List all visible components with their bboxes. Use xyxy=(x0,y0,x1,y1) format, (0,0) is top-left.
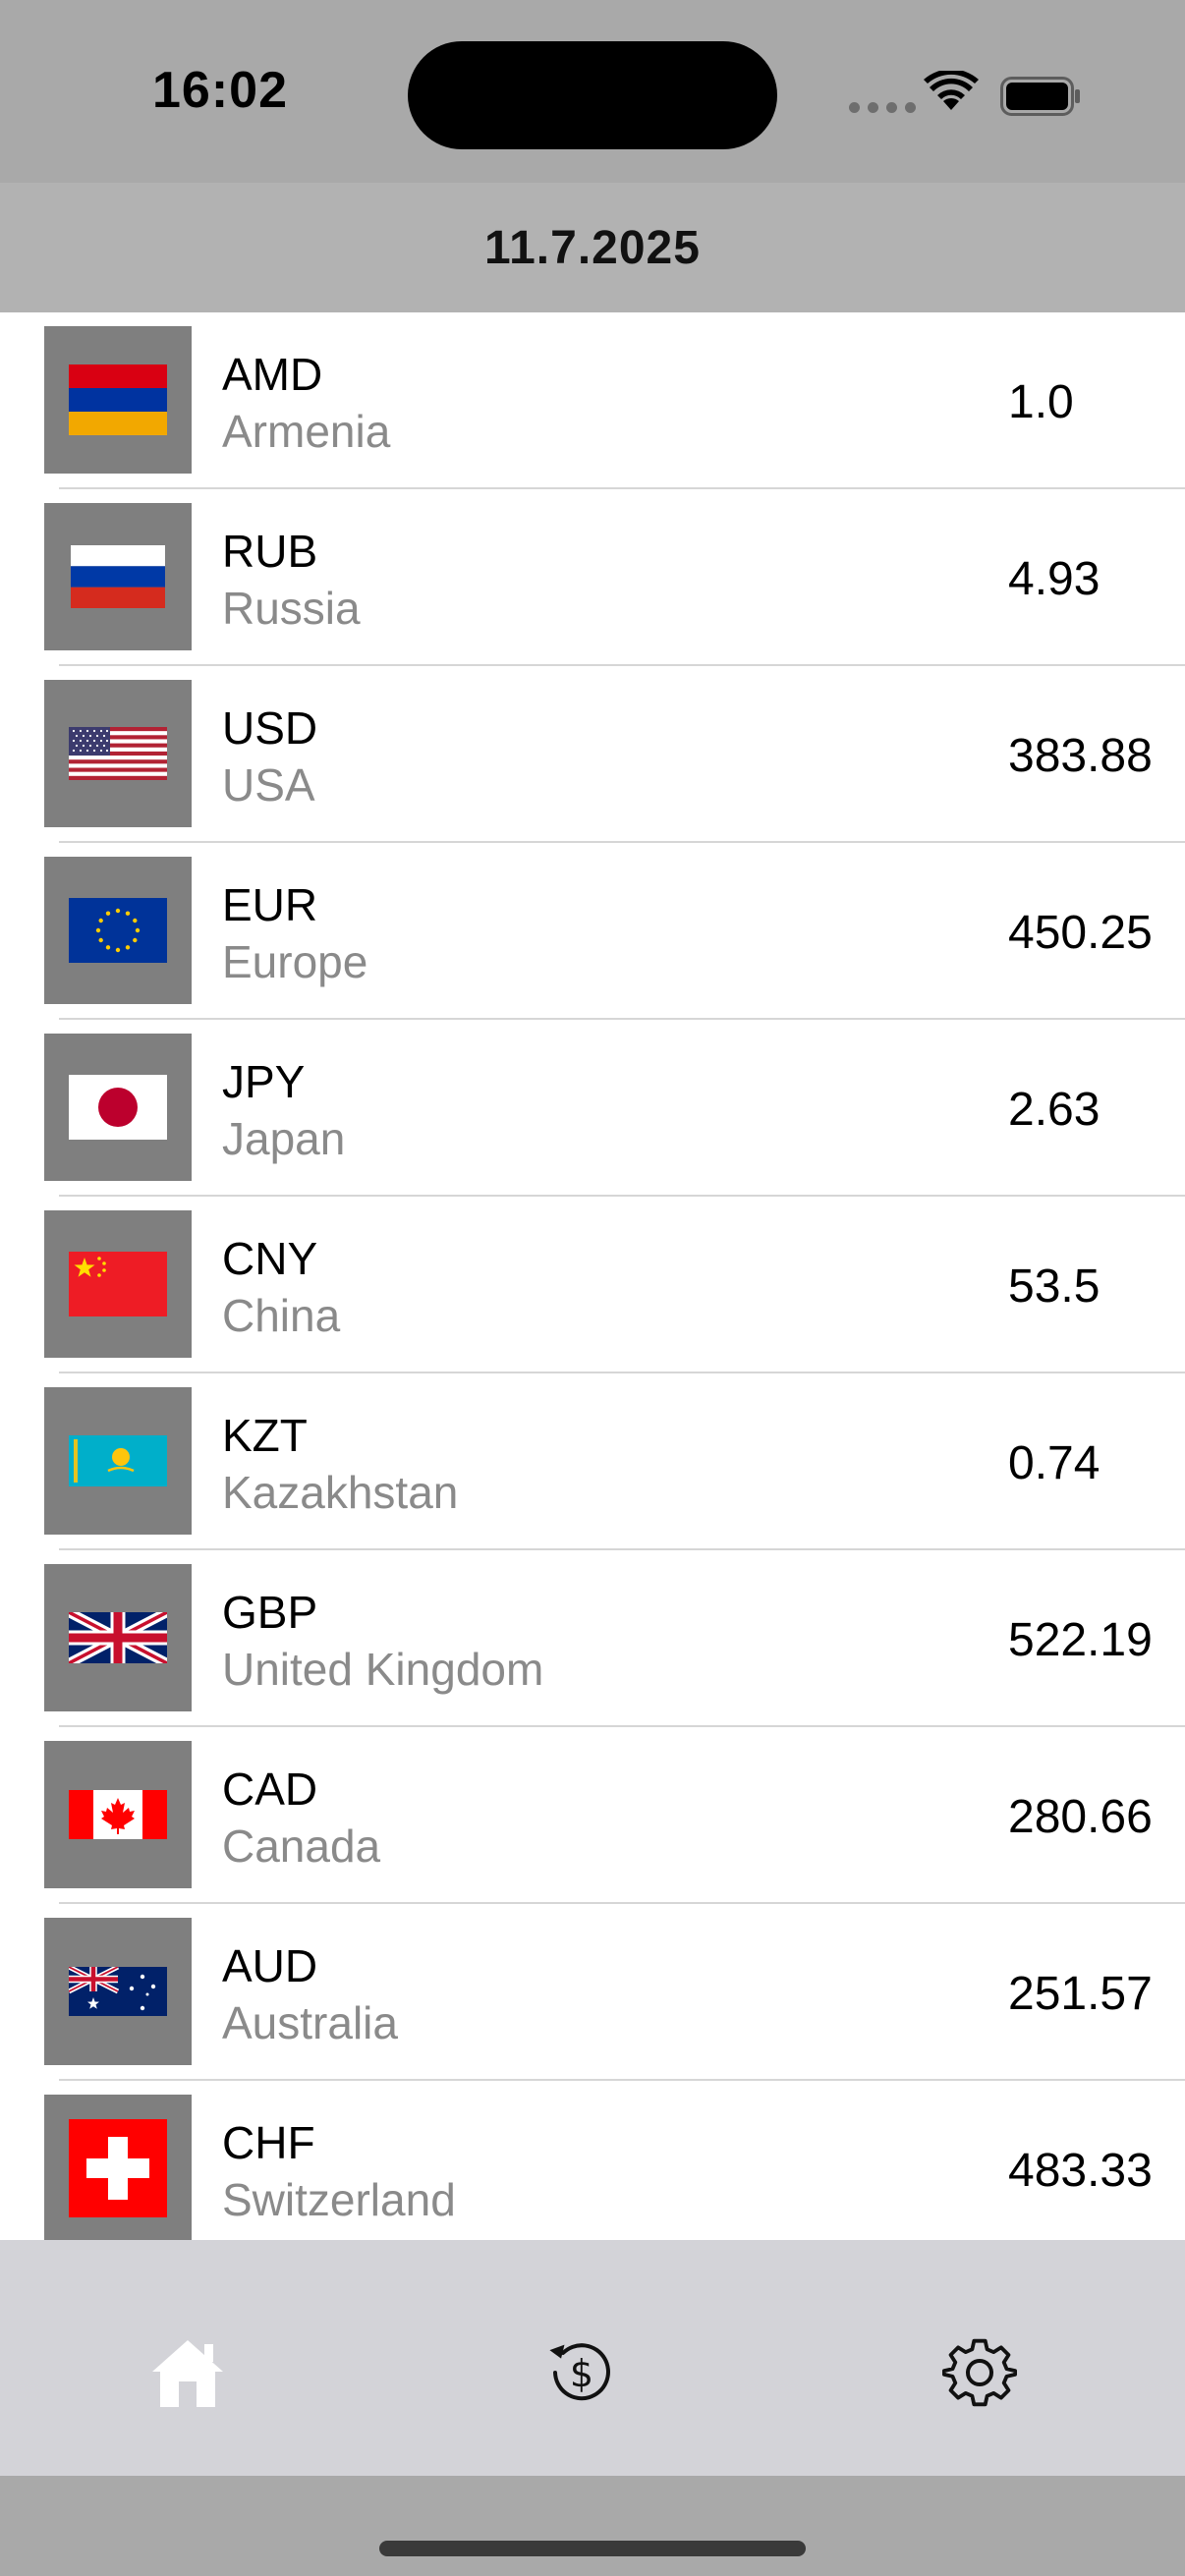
flag-container xyxy=(44,1210,192,1358)
tab-bar: $ xyxy=(0,2240,1185,2476)
australia-flag-icon xyxy=(69,1967,167,2016)
country-name: Russia xyxy=(222,583,361,634)
country-name: Armenia xyxy=(222,406,391,457)
status-time: 16:02 xyxy=(152,62,288,119)
country-name: Canada xyxy=(222,1820,381,1872)
currency-row-usd[interactable]: USD USA 383.88 xyxy=(0,666,1185,843)
china-flag-icon xyxy=(69,1252,167,1316)
dynamic-island xyxy=(408,41,777,149)
flag-container xyxy=(44,326,192,474)
tab-settings[interactable] xyxy=(935,2328,1024,2417)
country-name: USA xyxy=(222,759,315,811)
exchange-rate: 53.5 xyxy=(1008,1260,1100,1313)
gear-icon xyxy=(942,2338,1017,2407)
exchange-rate: 383.88 xyxy=(1008,730,1153,782)
japan-flag-icon xyxy=(69,1075,167,1140)
status-bar: 16:02 xyxy=(0,0,1185,183)
exchange-rate: 280.66 xyxy=(1008,1791,1153,1843)
kazakhstan-flag-icon xyxy=(69,1435,167,1486)
flag-container xyxy=(44,1741,192,1888)
exchange-rate: 1.0 xyxy=(1008,376,1074,428)
currency-list[interactable]: AMD Armenia 1.0 RUB Russia 4.93 USD USA … xyxy=(0,312,1185,2240)
flag-container xyxy=(44,857,192,1004)
home-indicator-area xyxy=(0,2476,1185,2576)
currency-code: AUD xyxy=(222,1940,318,1991)
currency-row-cad[interactable]: CAD Canada 280.66 xyxy=(0,1727,1185,1904)
battery-icon xyxy=(1000,77,1080,116)
canada-flag-icon xyxy=(69,1790,167,1839)
flag-container xyxy=(44,503,192,650)
currency-code: AMD xyxy=(222,349,323,400)
date-header: 11.7.2025 xyxy=(0,183,1185,312)
currency-row-chf[interactable]: CHF Switzerland 483.33 xyxy=(0,2081,1185,2240)
country-name: Switzerland xyxy=(222,2174,456,2225)
currency-code: CNY xyxy=(222,1233,318,1284)
home-icon xyxy=(152,2340,223,2407)
currency-code: CHF xyxy=(222,2117,315,2168)
currency-row-aud[interactable]: AUD Australia 251.57 xyxy=(0,1904,1185,2081)
tab-home[interactable] xyxy=(143,2328,232,2417)
russia-flag-icon xyxy=(71,545,165,608)
flag-container xyxy=(44,2095,192,2240)
exchange-rate: 4.93 xyxy=(1008,553,1100,605)
currency-row-eur[interactable]: EUR Europe 450.25 xyxy=(0,843,1185,1020)
country-name: Kazakhstan xyxy=(222,1467,459,1518)
currency-code: JPY xyxy=(222,1056,306,1107)
exchange-rate: 2.63 xyxy=(1008,1084,1100,1136)
currency-code: USD xyxy=(222,702,318,754)
exchange-rate: 0.74 xyxy=(1008,1437,1100,1489)
currency-code: KZT xyxy=(222,1410,308,1461)
country-name: Japan xyxy=(222,1113,346,1164)
flag-container xyxy=(44,1387,192,1535)
exchange-rate: 483.33 xyxy=(1008,2145,1153,2197)
switzerland-flag-icon xyxy=(69,2119,167,2217)
country-name: Australia xyxy=(222,1997,398,2048)
currency-row-kzt[interactable]: KZT Kazakhstan 0.74 xyxy=(0,1373,1185,1550)
currency-code: CAD xyxy=(222,1764,318,1815)
currency-row-amd[interactable]: AMD Armenia 1.0 xyxy=(0,312,1185,489)
flag-container xyxy=(44,680,192,827)
armenia-flag-icon xyxy=(69,364,167,435)
currency-row-rub[interactable]: RUB Russia 4.93 xyxy=(0,489,1185,666)
home-indicator[interactable] xyxy=(379,2541,806,2556)
exchange-rate: 450.25 xyxy=(1008,907,1153,959)
country-name: China xyxy=(222,1290,341,1341)
page-title: 11.7.2025 xyxy=(484,221,701,274)
uk-flag-icon xyxy=(69,1612,167,1663)
country-name: United Kingdom xyxy=(222,1644,544,1695)
currency-row-gbp[interactable]: GBP United Kingdom 522.19 xyxy=(0,1550,1185,1727)
currency-exchange-icon: $ xyxy=(549,2343,610,2401)
eu-flag-icon xyxy=(69,898,167,963)
flag-container xyxy=(44,1564,192,1711)
exchange-rate: 251.57 xyxy=(1008,1968,1153,2020)
currency-code: RUB xyxy=(222,526,318,577)
currency-code: GBP xyxy=(222,1587,318,1638)
currency-row-jpy[interactable]: JPY Japan 2.63 xyxy=(0,1020,1185,1197)
usa-flag-icon xyxy=(69,727,167,780)
currency-row-cny[interactable]: CNY China 53.5 xyxy=(0,1197,1185,1373)
flag-container xyxy=(44,1918,192,2065)
tab-exchange[interactable]: $ xyxy=(536,2328,625,2417)
screen: 16:02 11.7.2025 AMD Armenia 1.0 RUB Russ… xyxy=(0,0,1185,2576)
flag-container xyxy=(44,1034,192,1181)
signal-dots-icon xyxy=(849,102,916,113)
wifi-icon xyxy=(924,71,979,110)
svg-text:$: $ xyxy=(570,2352,593,2395)
exchange-rate: 522.19 xyxy=(1008,1614,1153,1666)
country-name: Europe xyxy=(222,936,368,987)
currency-code: EUR xyxy=(222,879,318,930)
